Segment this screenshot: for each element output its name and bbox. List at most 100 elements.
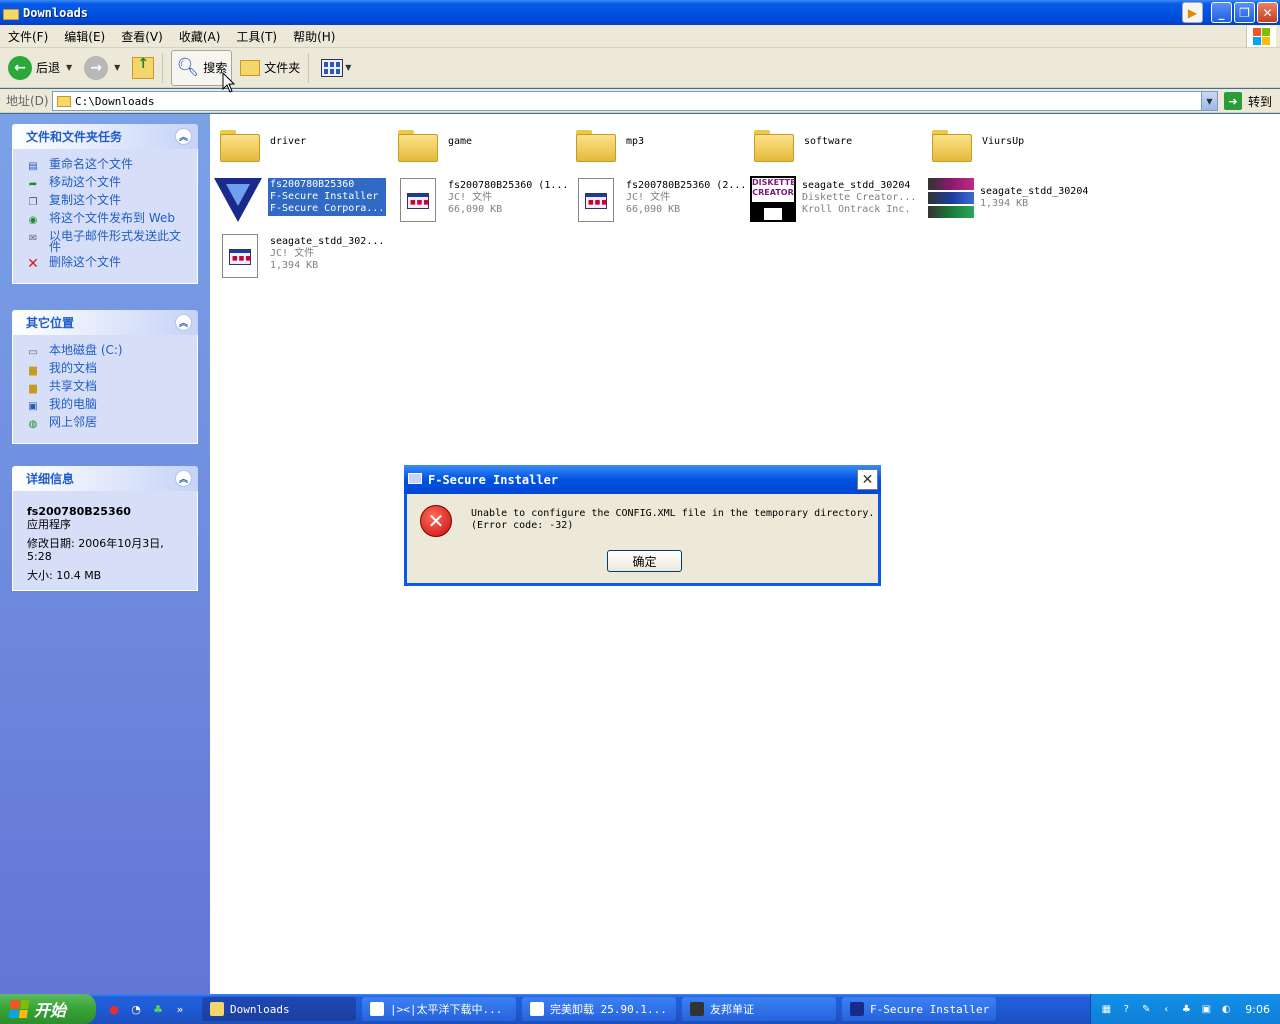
network-icon[interactable]: ▣ [1199,1002,1213,1016]
forward-button[interactable]: → ▼ [80,50,124,86]
chevron-down-icon[interactable]: ▼ [1201,92,1217,110]
panel-header[interactable]: 详细信息 ︽ [12,466,198,491]
chevron-right-icon[interactable]: » [172,1001,188,1017]
views-button[interactable]: ▼ [317,50,355,86]
taskbar-item-downloads[interactable]: Downloads [202,997,356,1021]
file-item[interactable]: ■■■ fs200780B25360 (2... JC! 文件 66,090 K… [572,176,746,224]
link-label: 我的电脑 [49,397,98,411]
menu-edit[interactable]: 编辑(E) [56,28,113,45]
taskbar: 开始 ● ◔ ♣ » Downloads |><|太平洋下载中... 完美卸载 … [0,994,1280,1024]
error-dialog: F-Secure Installer ✕ ✕ Unable to configu… [404,465,881,586]
file-name: seagate_stdd_302... [270,236,385,247]
menu-file[interactable]: 文件(F) [0,28,56,45]
collapse-icon[interactable]: ︽ [175,128,192,145]
panel-title: 文件和文件夹任务 [26,130,123,144]
menu-tools[interactable]: 工具(T) [228,28,285,45]
copy-file-link[interactable]: ❐ 复制这个文件 [25,194,189,209]
up-folder-button[interactable]: ↑ [128,50,158,86]
link-label: 重命名这个文件 [49,157,134,171]
folder-item[interactable]: software [750,120,852,168]
help-icon[interactable]: ? [1119,1002,1133,1016]
start-button[interactable]: 开始 [0,994,96,1024]
network-places-link[interactable]: ◍ 网上邻居 [25,416,189,431]
windows-flag-icon [8,1000,30,1018]
other-places-panel: 其它位置 ︽ ▭ 本地磁盘 (C:) ▆ 我的文档 ▆ 共享文档 ▣ 我的电脑 ◍ 网上邻… [12,310,198,444]
up-folder-icon: ↑ [132,56,155,79]
folders-button[interactable]: 文件夹 [236,50,304,86]
chevron-down-icon[interactable]: ▼ [114,63,120,72]
folder-item[interactable]: ViursUp [928,120,1024,168]
antivirus-icon[interactable]: ◐ [1219,1002,1233,1016]
maximize-button[interactable]: ❐ [1234,2,1255,23]
input-method-icon[interactable]: ✎ [1139,1002,1153,1016]
f-secure-icon [850,1002,864,1016]
file-item[interactable]: ■■■ fs200780B25360 (1... JC! 文件 66,090 K… [394,176,568,224]
chat-icon[interactable]: ◔ [128,1001,144,1017]
back-label: 后退 [36,61,61,75]
move-file-link[interactable]: ➦ 移动这个文件 [25,175,189,191]
chevron-down-icon[interactable]: ▼ [345,63,351,72]
task-pane: 文件和文件夹任务 ︽ ▤ 重命名这个文件 ➦ 移动这个文件 ❐ 复制这个文件 ◉ 将这个… [0,114,210,994]
keyboard-icon[interactable]: ▦ [1099,1002,1113,1016]
generic-file-icon: ■■■ [394,176,442,224]
folder-item[interactable]: game [394,120,472,168]
my-computer-link[interactable]: ▣ 我的电脑 [25,397,189,413]
clock[interactable]: 9:06 [1245,1003,1270,1016]
dialog-title: F-Secure Installer [428,472,559,487]
my-documents-link[interactable]: ▆ 我的文档 [25,362,189,377]
taskbar-item-uninstall[interactable]: 完美卸载 25.90.1... [522,997,676,1021]
media-player-icon[interactable]: ▶ [1182,2,1203,23]
back-button[interactable]: ← 后退 ▼ [4,50,76,86]
panel-header[interactable]: 其它位置 ︽ [12,310,198,335]
weibo-icon[interactable]: ● [106,1001,122,1017]
file-item[interactable]: DISKETTE CREATOR seagate_stdd_30204 Diske… [748,176,916,224]
winrar-archive-icon [926,176,974,224]
chevron-left-icon[interactable]: ‹ [1159,1002,1173,1016]
mouse-cursor-icon [222,72,236,93]
publish-web-link[interactable]: ◉ 将这个文件发布到 Web [25,212,189,227]
link-label: 本地磁盘 (C:) [49,343,123,357]
address-input[interactable]: C:\Downloads ▼ [52,91,1218,111]
minimize-button[interactable]: _ [1211,2,1232,23]
collapse-icon[interactable]: ︽ [175,314,192,331]
menu-help[interactable]: 帮助(H) [285,28,343,45]
taskbar-item-youbang[interactable]: 友邦单证 [682,997,836,1021]
messenger-icon[interactable]: ♣ [1179,1002,1193,1016]
email-file-link[interactable]: ✉ 以电子邮件形式发送此文件 [25,230,189,253]
link-label: 移动这个文件 [49,175,122,189]
dialog-close-button[interactable]: ✕ [857,469,878,490]
folder-icon [210,1002,224,1016]
email-icon: ✉ [28,232,38,244]
file-size: 66,090 KB [626,204,681,215]
rename-file-link[interactable]: ▤ 重命名这个文件 [25,157,189,173]
dialog-title-bar: F-Secure Installer ✕ [404,465,881,494]
file-item-selected[interactable]: fs200780B25360 F-Secure Installer F-Secu… [214,176,388,224]
menu-favorites[interactable]: 收藏(A) [171,28,229,45]
file-company: Kroll Ontrack Inc. [802,204,911,215]
browser-icon [530,1002,544,1016]
chevron-down-icon[interactable]: ▼ [66,63,72,72]
close-button[interactable]: ✕ [1257,2,1278,23]
file-item[interactable]: seagate_stdd_30204 1,394 KB [926,176,1088,224]
delete-file-link[interactable]: ✕ 删除这个文件 [25,256,189,271]
collapse-icon[interactable]: ︽ [175,470,192,487]
local-disk-link[interactable]: ▭ 本地磁盘 (C:) [25,343,189,359]
link-label: 共享文档 [49,379,98,393]
folder-icon [750,120,798,168]
panel-header[interactable]: 文件和文件夹任务 ︽ [12,124,198,149]
shared-documents-link[interactable]: ▆ 共享文档 [25,379,189,395]
file-item[interactable]: ■■■ seagate_stdd_302... JC! 文件 1,394 KB [216,232,384,280]
details-panel: 详细信息 ︽ fs200780B25360 应用程序 修改日期: 2006年10… [12,466,198,591]
file-size: 1,394 KB [270,260,319,271]
menu-view[interactable]: 查看(V) [113,28,171,45]
file-type: JC! 文件 [270,248,315,259]
messenger-icon[interactable]: ♣ [150,1001,166,1017]
folder-item[interactable]: mp3 [572,120,644,168]
taskbar-item-pconline[interactable]: |><|太平洋下载中... [362,997,516,1021]
folder-icon [3,6,19,20]
taskbar-item-fsecure[interactable]: F-Secure Installer [842,997,996,1021]
file-name: driver [270,136,307,147]
folder-item[interactable]: driver [216,120,306,168]
ok-button[interactable]: 确定 [607,550,682,572]
go-button[interactable]: ➜ 转到 [1224,91,1272,111]
